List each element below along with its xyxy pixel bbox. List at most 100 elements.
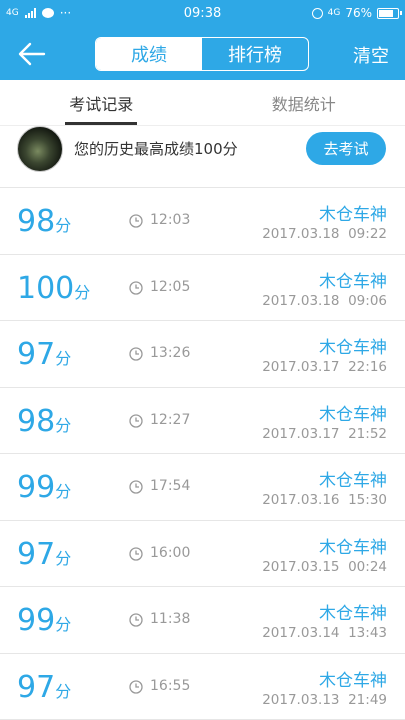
score-unit: 分 [55, 548, 72, 568]
exam-record-row[interactable]: 99分 11:38 木仓车神 2017.03.14 13:43 [0, 587, 405, 654]
exam-datetime: 2017.03.17 21:52 [262, 426, 387, 442]
clock-icon [129, 546, 143, 561]
exam-datetime: 2017.03.16 15:30 [262, 492, 387, 508]
clear-button[interactable]: 清空 [353, 42, 389, 68]
back-button[interactable] [16, 40, 48, 68]
score-value: 98 [17, 403, 56, 439]
alarm-icon [311, 7, 323, 19]
exam-duration: 17:54 [150, 478, 191, 494]
exam-duration: 16:55 [150, 677, 191, 694]
exam-time: 13:43 [348, 625, 387, 641]
score-value: 99 [17, 603, 56, 638]
score: 97分 [17, 537, 71, 572]
clock-icon [129, 480, 143, 494]
tab-leaderboard[interactable]: 排行榜 [202, 38, 308, 70]
exam-date: 2017.03.16 [262, 492, 340, 508]
score: 100分 [17, 271, 90, 306]
exam-duration: 11:38 [150, 611, 191, 627]
battery-percent: 76% [345, 6, 372, 20]
score-unit: 分 [55, 216, 72, 235]
exam-duration: 12:05 [150, 278, 191, 295]
clock-icon [129, 280, 143, 295]
score-unit: 分 [55, 482, 72, 501]
exam-record-row[interactable]: 98分 12:27 木仓车神 2017.03.17 21:52 [0, 388, 405, 454]
score-unit: 分 [55, 415, 72, 435]
score-value: 98 [17, 204, 56, 239]
user-name: 木仓车神 [319, 604, 387, 624]
exam-time: 15:30 [348, 492, 387, 508]
sub-tabs: 考试记录 数据统计 [0, 80, 405, 126]
best-score-banner: 您的历史最高成绩100分 去考试 [0, 126, 405, 188]
score: 99分 [17, 603, 71, 638]
clock-icon [129, 413, 143, 428]
tab-statistics[interactable]: 数据统计 [203, 80, 405, 125]
exam-record-row[interactable]: 97分 16:00 木仓车神 2017.03.15 00:24 [0, 521, 405, 587]
app-header: 成绩 排行榜 清空 [0, 28, 405, 80]
exam-datetime: 2017.03.14 13:43 [262, 625, 387, 641]
exam-duration: 12:03 [150, 212, 191, 228]
user-name: 木仓车神 [319, 271, 387, 292]
exam-duration: 12:27 [150, 411, 191, 428]
score: 98分 [17, 204, 71, 239]
score-unit: 分 [55, 681, 72, 701]
score-value: 100 [17, 270, 75, 306]
exam-time: 21:52 [348, 425, 387, 442]
user-name: 木仓车神 [319, 670, 387, 691]
exam-time: 09:06 [348, 292, 387, 309]
exam-datetime: 2017.03.18 09:22 [262, 226, 387, 242]
clock-icon [129, 214, 143, 228]
exam-time: 22:16 [348, 359, 387, 375]
status-bar: 4G ··· 09:38 4G 76% [0, 0, 405, 28]
user-name: 木仓车神 [319, 404, 387, 425]
exam-datetime: 2017.03.18 09:06 [262, 293, 387, 309]
clock-icon [129, 347, 143, 361]
exam-date: 2017.03.13 [262, 691, 340, 708]
network-type-right: 4G [327, 8, 341, 18]
score-value: 99 [17, 470, 56, 505]
tab-exam-records[interactable]: 考试记录 [0, 80, 203, 125]
user-name: 木仓车神 [319, 338, 387, 358]
take-exam-button[interactable]: 去考试 [306, 132, 386, 165]
exam-time: 09:22 [348, 226, 387, 242]
exam-datetime: 2017.03.15 00:24 [262, 559, 387, 575]
exam-record-list: 98分 12:03 木仓车神 2017.03.18 09:22 100分 12:… [0, 188, 405, 720]
exam-duration: 16:00 [150, 544, 191, 561]
exam-date: 2017.03.17 [262, 359, 340, 375]
avatar[interactable] [17, 126, 63, 172]
score-unit: 分 [74, 282, 91, 302]
best-score-text: 您的历史最高成绩100分 [74, 140, 238, 158]
score: 98分 [17, 404, 71, 439]
exam-date: 2017.03.15 [262, 558, 340, 575]
score-value: 97 [17, 669, 56, 705]
score-value: 97 [17, 337, 56, 372]
exam-record-row[interactable]: 99分 17:54 木仓车神 2017.03.16 15:30 [0, 454, 405, 521]
exam-record-row[interactable]: 97分 13:26 木仓车神 2017.03.17 22:16 [0, 321, 405, 388]
segmented-control: 成绩 排行榜 [95, 37, 309, 71]
exam-time: 21:49 [348, 691, 387, 708]
tab-scores[interactable]: 成绩 [96, 38, 202, 70]
user-name: 木仓车神 [319, 205, 387, 225]
clock-icon [129, 613, 143, 627]
score-unit: 分 [55, 349, 72, 368]
exam-date: 2017.03.18 [262, 292, 340, 309]
user-name: 木仓车神 [319, 471, 387, 491]
exam-record-row[interactable]: 97分 16:55 木仓车神 2017.03.13 21:49 [0, 654, 405, 720]
exam-datetime: 2017.03.13 21:49 [262, 692, 387, 708]
score-unit: 分 [55, 615, 72, 634]
battery-icon [377, 7, 402, 19]
exam-date: 2017.03.14 [262, 625, 340, 641]
exam-record-row[interactable]: 98分 12:03 木仓车神 2017.03.18 09:22 [0, 188, 405, 255]
exam-time: 00:24 [348, 558, 387, 575]
user-name: 木仓车神 [319, 537, 387, 558]
score: 97分 [17, 670, 71, 705]
exam-duration: 13:26 [150, 345, 191, 361]
exam-date: 2017.03.17 [262, 425, 340, 442]
exam-datetime: 2017.03.17 22:16 [262, 359, 387, 375]
score: 99分 [17, 470, 71, 505]
exam-record-row[interactable]: 100分 12:05 木仓车神 2017.03.18 09:06 [0, 255, 405, 321]
exam-date: 2017.03.18 [262, 226, 340, 242]
score: 97分 [17, 337, 71, 372]
clock-icon [129, 679, 143, 694]
arrow-left-icon [18, 42, 46, 66]
score-value: 97 [17, 536, 56, 572]
